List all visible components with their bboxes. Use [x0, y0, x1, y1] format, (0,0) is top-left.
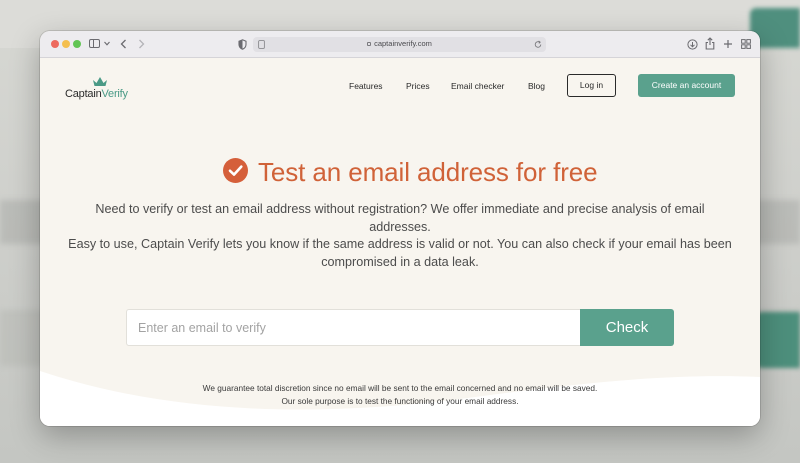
- logo-text: CaptainVerify: [65, 88, 128, 100]
- crown-icon: [93, 77, 107, 86]
- url-text: captainverify.com: [253, 39, 546, 48]
- close-window-button[interactable]: [51, 40, 59, 48]
- page-content: CaptainVerify Features Prices Email chec…: [40, 59, 760, 426]
- download-icon[interactable]: [687, 39, 698, 50]
- background-button-blur: [756, 312, 800, 368]
- sidebar-icon[interactable]: [89, 39, 100, 48]
- check-button[interactable]: Check: [580, 309, 674, 346]
- logo-verify: Verify: [101, 88, 129, 100]
- description-line: compromised in a data leak.: [321, 254, 479, 269]
- hero-description: Need to verify or test an email address …: [66, 201, 734, 271]
- chevron-right-icon[interactable]: [138, 39, 145, 49]
- page-title: Test an email address for free: [258, 157, 598, 187]
- address-bar[interactable]: captainverify.com: [253, 37, 546, 52]
- nav-prices[interactable]: Prices: [406, 81, 430, 91]
- browser-toolbar: captainverify.com: [40, 31, 760, 58]
- reload-icon[interactable]: [534, 40, 542, 49]
- email-input[interactable]: [126, 309, 581, 346]
- chevron-down-icon[interactable]: [104, 41, 110, 46]
- share-icon[interactable]: [705, 37, 715, 50]
- description-line: Need to verify or test an email address …: [95, 202, 705, 234]
- captain-verify-logo[interactable]: CaptainVerify: [65, 75, 135, 101]
- lock-icon: [367, 42, 372, 46]
- check-circle-icon: [223, 158, 248, 183]
- plus-icon[interactable]: [723, 39, 733, 49]
- nav-email-checker[interactable]: Email checker: [451, 81, 504, 91]
- guarantee-line: Our sole purpose is to test the function…: [281, 395, 519, 406]
- guarantee-line: We guarantee total discretion since no e…: [202, 383, 598, 393]
- shield-icon[interactable]: [238, 39, 247, 50]
- chevron-left-icon[interactable]: [120, 39, 127, 49]
- minimize-window-button[interactable]: [62, 40, 70, 48]
- nav-features[interactable]: Features: [349, 81, 383, 91]
- nav-blog[interactable]: Blog: [528, 81, 545, 91]
- guarantee-text: We guarantee total discretion since no e…: [100, 382, 700, 407]
- description-line: Easy to use, Captain Verify lets you kno…: [68, 237, 732, 252]
- login-button[interactable]: Log in: [567, 74, 616, 97]
- create-account-button[interactable]: Create an account: [638, 74, 735, 97]
- logo-captain: Captain: [65, 88, 102, 100]
- browser-window: captainverify.com CaptainVerify Features…: [40, 31, 760, 426]
- zoom-window-button[interactable]: [73, 40, 81, 48]
- grid-icon[interactable]: [741, 39, 751, 49]
- url-label: captainverify.com: [374, 39, 432, 48]
